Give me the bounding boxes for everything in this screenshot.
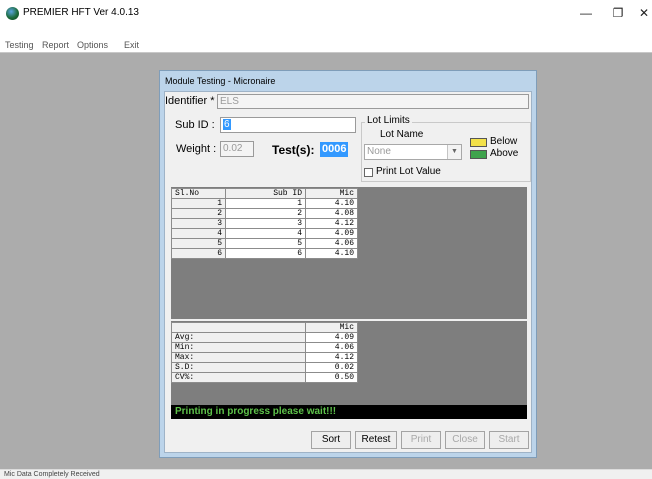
tests-label: Test(s): [272,143,315,157]
stat-label: Min: [171,342,306,353]
app-titlebar: PREMIER HFT Ver 4.0.13 — ❐ ✕ [0,0,652,24]
sort-button[interactable]: Sort [311,431,351,449]
stat-value: 4.09 [305,332,358,343]
stat-label: Avg: [171,332,306,343]
micronaire-dialog: Module Testing - Micronaire Identifier *… [159,70,537,458]
menu-testing[interactable]: Testing [5,40,34,50]
lot-name-label: Lot Name [380,129,424,140]
results-column-header[interactable]: Mic [305,188,358,199]
table-cell[interactable]: 2 [171,208,226,219]
table-cell[interactable]: 3 [225,218,306,229]
table-cell[interactable]: 4.10 [305,248,358,259]
stat-label: Max: [171,352,306,363]
close-window-button[interactable]: ✕ [636,4,652,22]
menu-options[interactable]: Options [77,40,108,50]
table-row[interactable]: 5 5 4.06 [171,238,358,249]
table-cell[interactable]: 1 [171,198,226,209]
stats-column-header [171,322,306,333]
stat-value: 4.12 [305,352,358,363]
printing-status-message: Printing in progress please wait!!! [171,405,527,419]
results-grid[interactable]: Sl.No Sub ID Mic 1 1 4.10 2 2 4.08 3 3 4.12 4 4 4.09 5 5… [171,188,358,259]
menu-exit[interactable]: Exit [124,40,139,50]
table-row[interactable]: Min: 4.06 [171,342,358,353]
results-header-row: Sl.No Sub ID Mic [171,188,358,199]
table-row[interactable]: CV%: 0.50 [171,372,358,383]
menu-report[interactable]: Report [42,40,69,50]
chevron-down-icon[interactable]: ▼ [447,145,461,159]
below-color-swatch [470,138,487,147]
table-cell[interactable]: 4.09 [305,228,358,239]
stat-label: CV%: [171,372,306,383]
stat-value: 0.02 [305,362,358,373]
lot-name-select[interactable]: None ▼ [364,144,462,160]
table-cell[interactable]: 4.12 [305,218,358,229]
table-row[interactable]: S.D: 0.02 [171,362,358,373]
identifier-field[interactable]: ELS [217,94,529,109]
table-cell[interactable]: 4.06 [305,238,358,249]
tests-count: 0006 [320,142,349,157]
table-row[interactable]: Avg: 4.09 [171,332,358,343]
results-column-header[interactable]: Sl.No [171,188,226,199]
table-cell[interactable]: 4 [225,228,306,239]
print-button[interactable]: Print [401,431,441,449]
above-color-swatch [470,150,487,159]
table-row[interactable]: 1 1 4.10 [171,198,358,209]
table-row[interactable]: 4 4 4.09 [171,228,358,239]
dialog-body: Identifier * : ELS Sub ID : 6 Weight : 0… [164,91,532,453]
minimize-button[interactable]: — [574,4,598,22]
table-row[interactable]: 2 2 4.08 [171,208,358,219]
results-column-header[interactable]: Sub ID [225,188,306,199]
above-label: Above [490,148,519,159]
dialog-title: Module Testing - Micronaire [165,76,276,86]
start-button[interactable]: Start [489,431,529,449]
table-cell[interactable]: 5 [171,238,226,249]
lot-name-value: None [367,146,391,157]
print-lot-value-label: Print Lot Value [376,166,441,177]
print-lot-value-checkbox[interactable] [364,168,373,177]
stats-header-row: Mic [171,322,358,333]
table-row[interactable]: Max: 4.12 [171,352,358,363]
weight-field[interactable]: 0.02 [220,141,254,157]
stats-grid[interactable]: Mic Avg: 4.09 Min: 4.06 Max: 4.12 S.D: 0.02 CV%: 0… [171,322,358,383]
sub-id-label: Sub ID : [175,119,215,131]
sub-id-field[interactable]: 6 [220,117,356,133]
table-cell[interactable]: 4.08 [305,208,358,219]
retest-button[interactable]: Retest [355,431,397,449]
table-cell[interactable]: 4 [171,228,226,239]
stat-value: 4.06 [305,342,358,353]
maximize-button[interactable]: ❐ [606,4,630,22]
table-row[interactable]: 3 3 4.12 [171,218,358,229]
sub-id-value: 6 [223,119,231,130]
stats-column-header: Mic [305,322,358,333]
stat-value: 0.50 [305,372,358,383]
table-cell[interactable]: 3 [171,218,226,229]
table-cell[interactable]: 1 [225,198,306,209]
stat-label: S.D: [171,362,306,373]
app-title: PREMIER HFT Ver 4.0.13 [23,7,139,18]
identifier-label: Identifier * : [165,95,221,107]
table-row[interactable]: 6 6 4.10 [171,248,358,259]
table-cell[interactable]: 6 [171,248,226,259]
menu-bar: Testing Report Options Exit [0,24,652,52]
status-bar: Mic Data Completely Received [0,469,652,479]
close-button[interactable]: Close [445,431,485,449]
table-cell[interactable]: 6 [225,248,306,259]
table-cell[interactable]: 5 [225,238,306,249]
table-cell[interactable]: 2 [225,208,306,219]
app-globe-icon [6,7,19,20]
lot-limits-legend: Lot Limits [365,115,412,126]
table-cell[interactable]: 4.10 [305,198,358,209]
below-label: Below [490,136,518,147]
weight-label: Weight : [176,143,217,155]
